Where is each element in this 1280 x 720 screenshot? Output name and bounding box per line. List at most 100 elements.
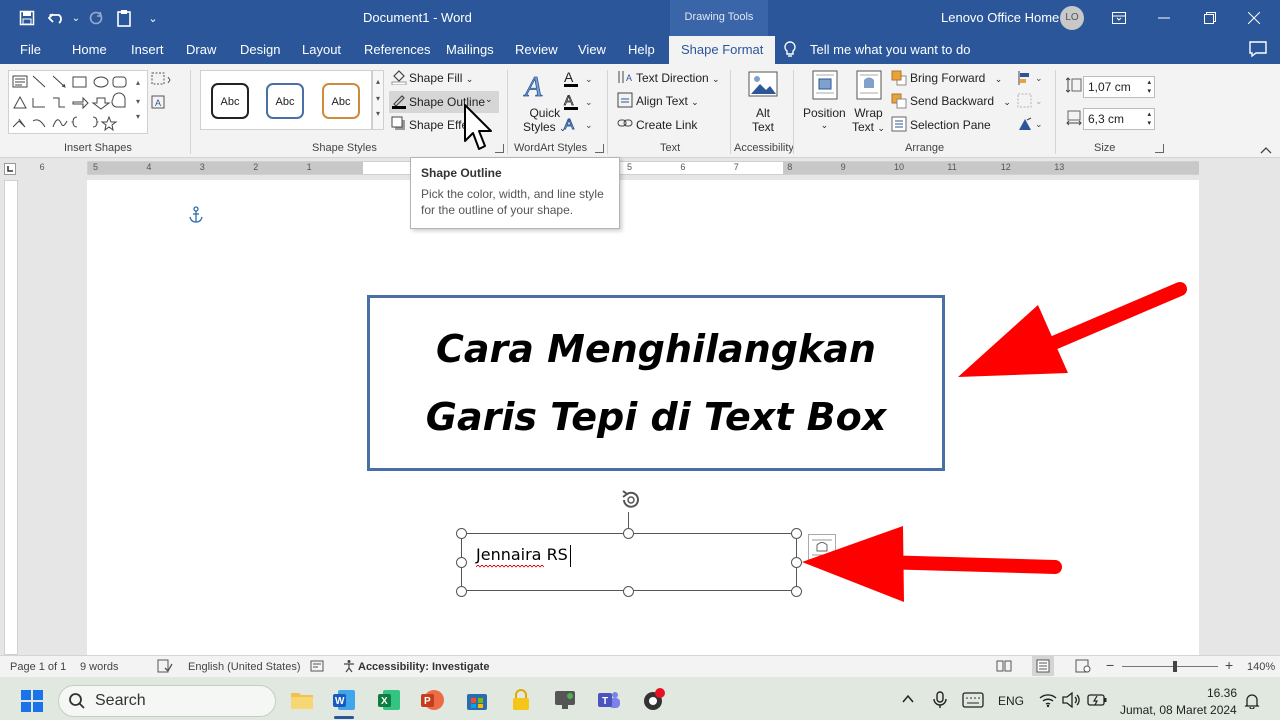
selection-pane-button[interactable]: Selection Pane — [910, 118, 991, 132]
tab-selector-icon[interactable] — [4, 163, 16, 175]
zoom-slider-thumb[interactable] — [1173, 661, 1177, 672]
wordart-styles-launcher[interactable] — [595, 144, 604, 153]
rotate-handle-icon[interactable] — [619, 488, 643, 512]
alt-text-button[interactable]: Alt Text — [752, 106, 774, 134]
text-effects-icon[interactable]: A ⌄ — [563, 115, 593, 134]
volume-icon[interactable] — [1062, 691, 1082, 711]
close-icon[interactable] — [1243, 8, 1265, 28]
zoom-out-button[interactable]: − — [1106, 657, 1114, 673]
text-box-draw-icon[interactable]: A — [151, 95, 171, 111]
file-explorer-icon[interactable] — [290, 688, 314, 712]
resize-handle-left[interactable] — [456, 557, 467, 568]
resize-handle-top-left[interactable] — [456, 528, 467, 539]
language-status[interactable]: English (United States) — [188, 661, 301, 673]
tray-overflow-icon[interactable] — [902, 693, 914, 707]
text-predictions-icon[interactable] — [310, 659, 324, 676]
account-name[interactable]: Lenovo Office Home — [941, 10, 1059, 25]
send-backward-button[interactable]: Send Backward ⌄ — [910, 94, 1011, 108]
word-app-icon[interactable]: W — [332, 688, 356, 712]
print-layout-icon[interactable] — [1032, 656, 1054, 676]
tab-home[interactable]: Home — [72, 42, 107, 57]
create-link-button[interactable]: Create Link — [636, 118, 697, 132]
wrap-text-button[interactable]: Wrap Text ⌄ — [852, 106, 885, 134]
proofing-icon[interactable] — [157, 659, 173, 676]
input-language[interactable]: ENG — [998, 694, 1024, 708]
tab-help[interactable]: Help — [628, 42, 655, 57]
shape-style-blue[interactable]: Abc — [266, 83, 304, 119]
wifi-icon[interactable] — [1039, 692, 1057, 711]
tab-draw[interactable]: Draw — [186, 42, 216, 57]
resize-handle-bottom-left[interactable] — [456, 586, 467, 597]
text-box-content[interactable]: Jennaira RS — [476, 545, 568, 564]
tab-insert[interactable]: Insert — [131, 42, 164, 57]
rotate-objects-icon[interactable]: ⌄ — [1017, 116, 1043, 132]
collapse-ribbon-icon[interactable] — [1260, 144, 1272, 154]
shapes-gallery-scroll[interactable]: ▴ ▾ ▾ — [131, 70, 145, 134]
lock-app-icon[interactable] — [509, 688, 533, 712]
windows-start-icon[interactable] — [20, 689, 44, 716]
horizontal-ruler[interactable]: 7654321345678910111213 — [40, 161, 1199, 175]
align-objects-icon[interactable]: ⌄ — [1017, 70, 1043, 86]
tab-mailings[interactable]: Mailings — [446, 42, 494, 57]
restore-icon[interactable] — [1199, 8, 1221, 28]
tell-me-search[interactable]: Tell me what you want to do — [810, 42, 970, 57]
clock-date[interactable]: Jumat, 08 Maret 2024 — [1120, 703, 1237, 717]
recording-app-icon[interactable] — [641, 688, 665, 712]
read-mode-icon[interactable] — [996, 659, 1012, 676]
redo-icon[interactable] — [86, 8, 106, 28]
group-objects-icon[interactable]: ⌄ — [1017, 93, 1043, 109]
customize-qat-icon[interactable]: ⌄ — [143, 8, 163, 28]
clipboard-icon[interactable] — [114, 8, 134, 28]
teams-app-icon[interactable]: T — [597, 688, 621, 712]
accessibility-icon[interactable] — [342, 659, 356, 676]
resize-handle-bottom[interactable] — [623, 586, 634, 597]
undo-dropdown-icon[interactable]: ⌄ — [66, 8, 86, 28]
tab-view[interactable]: View — [578, 42, 606, 57]
microphone-icon[interactable] — [933, 691, 947, 712]
shape-styles-gallery[interactable]: Abc Abc Abc — [200, 70, 372, 130]
shape-style-black[interactable]: Abc — [211, 83, 249, 119]
page-count[interactable]: Page 1 of 1 — [10, 661, 66, 673]
undo-icon[interactable] — [47, 8, 67, 28]
text-outline-icon[interactable]: A ⌄ — [563, 92, 593, 111]
tab-file[interactable]: File — [20, 42, 41, 57]
tab-design[interactable]: Design — [240, 42, 280, 57]
text-fill-icon[interactable]: A ⌄ — [563, 69, 593, 88]
quick-styles-button[interactable]: Quick Styles ⌄ — [523, 106, 567, 134]
zoom-in-button[interactable]: + — [1225, 657, 1233, 673]
edit-shape-icon[interactable] — [151, 72, 171, 88]
shape-width-input[interactable]: 6,3 cm ▴ ▾ — [1083, 108, 1155, 130]
zoom-slider-track[interactable] — [1122, 666, 1218, 667]
align-text-button[interactable]: Align Text ⌄ — [636, 94, 699, 108]
shape-styles-scroll[interactable]: ▴ ▾ ▾ — [372, 70, 384, 130]
vertical-ruler[interactable] — [4, 180, 18, 655]
web-layout-icon[interactable] — [1075, 659, 1091, 676]
comments-icon[interactable] — [1248, 40, 1268, 58]
size-launcher[interactable] — [1155, 144, 1164, 153]
shape-height-input[interactable]: 1,07 cm ▴ ▾ — [1083, 76, 1155, 98]
tab-layout[interactable]: Layout — [302, 42, 341, 57]
resize-handle-top[interactable] — [623, 528, 634, 539]
tab-references[interactable]: References — [364, 42, 430, 57]
height-spinner[interactable]: ▴ ▾ — [1147, 78, 1151, 96]
word-count[interactable]: 9 words — [80, 661, 119, 673]
minimize-icon[interactable] — [1153, 8, 1175, 28]
ribbon-display-icon[interactable] — [1108, 8, 1130, 28]
zoom-level[interactable]: 140% — [1247, 661, 1275, 673]
taskbar-search[interactable] — [58, 685, 276, 717]
tab-review[interactable]: Review — [515, 42, 558, 57]
presenter-app-icon[interactable] — [553, 688, 577, 712]
notification-bell-icon[interactable] — [1244, 693, 1260, 712]
store-app-icon[interactable] — [465, 688, 489, 712]
title-text-box[interactable]: Cara Menghilangkan Garis Tepi di Text Bo… — [367, 295, 945, 471]
position-button[interactable]: Position ⌄ — [803, 106, 846, 131]
save-icon[interactable] — [17, 8, 37, 28]
accessibility-status[interactable]: Accessibility: Investigate — [358, 661, 489, 673]
shape-style-orange[interactable]: Abc — [322, 83, 360, 119]
battery-icon[interactable] — [1087, 693, 1107, 710]
bring-forward-button[interactable]: Bring Forward ⌄ — [910, 71, 1002, 85]
excel-app-icon[interactable]: X — [377, 688, 401, 712]
shapes-gallery[interactable] — [8, 70, 148, 134]
text-direction-button[interactable]: Text Direction ⌄ — [636, 71, 720, 85]
tab-shape-format[interactable]: Shape Format — [669, 36, 776, 64]
